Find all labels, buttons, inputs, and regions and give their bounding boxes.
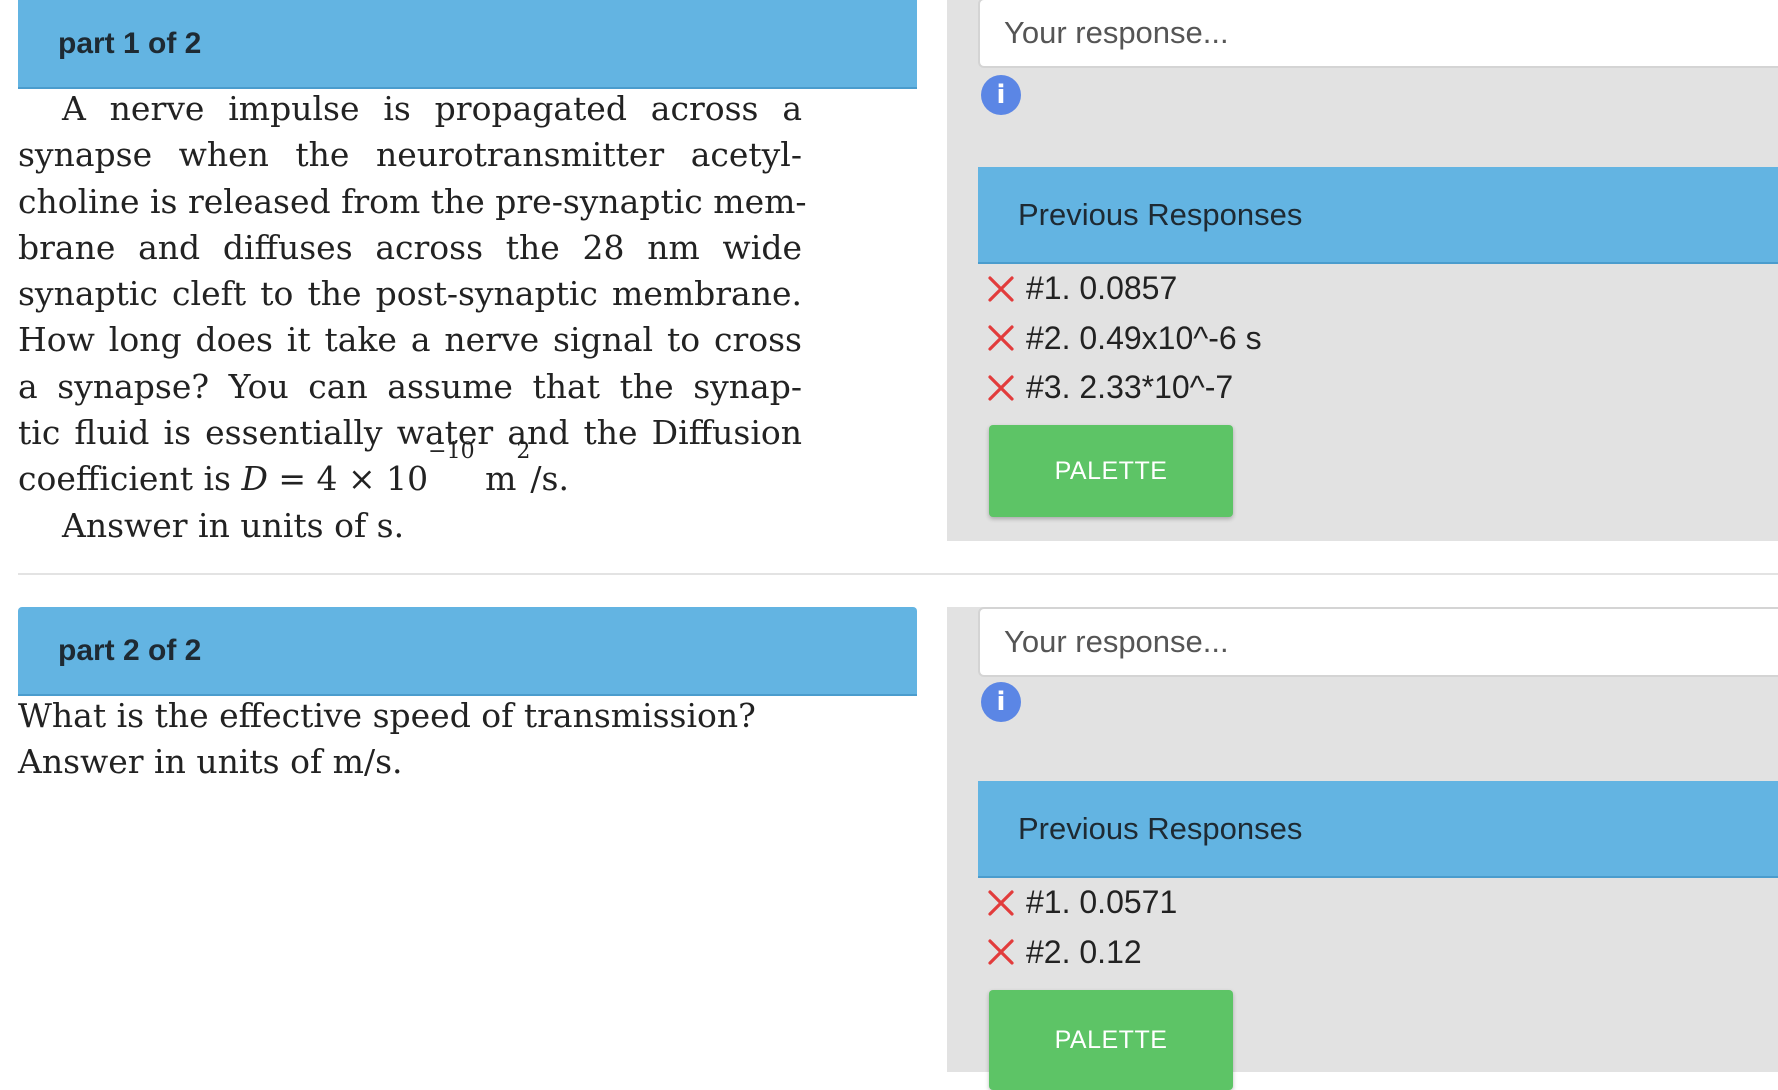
previous-response-text: #2. 0.49x10^-6 s	[1026, 319, 1262, 356]
previous-response-text: #2. 0.12	[1026, 933, 1142, 970]
response-panel: i Previous Responses #1. 0.0571 #2. 0.12…	[947, 607, 1778, 1090]
question-part-2: part 2 of 2 What is the effective speed …	[0, 607, 1778, 1090]
previous-responses-list: #1. 0.0857 #2. 0.49x10^-6 s #3. 2.33*10^…	[986, 264, 1262, 413]
question-line: a synapse? You can assume that the synap…	[18, 366, 802, 406]
palette-button[interactable]: PALETTE	[989, 990, 1233, 1090]
formula-text: = 4 × 10	[267, 459, 429, 499]
close-icon	[988, 276, 1014, 302]
palette-button[interactable]: PALETTE	[989, 425, 1233, 517]
question-text: A nerve impulse is propagated across a s…	[18, 86, 807, 549]
info-icon[interactable]: i	[981, 75, 1021, 115]
previous-response-text: #1. 0.0857	[1026, 270, 1178, 307]
response-input[interactable]	[978, 0, 1778, 68]
question-line: brane and diffuses across the 28 nm wide	[18, 227, 802, 267]
list-item: #2. 0.12	[986, 928, 1177, 978]
previous-responses-list: #1. 0.0571 #2. 0.12	[986, 878, 1177, 977]
formula-exponent: −10	[428, 439, 475, 465]
close-icon	[988, 939, 1014, 965]
part-header: part 2 of 2	[18, 607, 917, 696]
formula-variable: D	[241, 459, 268, 499]
formula-exponent: 2	[516, 439, 531, 465]
formula-text: /s.	[530, 459, 569, 499]
part-header: part 1 of 2	[18, 0, 917, 89]
question-line-formula: coefficient is D = 4 × 10−10 m2/s.	[18, 441, 802, 502]
question-text: What is the effective speed of transmiss…	[18, 693, 802, 786]
close-icon	[988, 325, 1014, 351]
previous-responses-header: Previous Responses	[978, 167, 1778, 264]
question-line: A nerve impulse is propagated across a	[62, 89, 802, 128]
formula-text: m	[474, 459, 517, 499]
close-icon	[988, 375, 1014, 401]
previous-responses-header: Previous Responses	[978, 781, 1778, 878]
previous-response-text: #3. 2.33*10^-7	[1026, 369, 1234, 406]
question-line: synaptic cleft to the post-synaptic memb…	[18, 274, 802, 314]
formula-text: coefficient is	[18, 459, 242, 499]
response-input[interactable]	[978, 607, 1778, 677]
question-line: choline is released from the pre-synapti…	[18, 181, 807, 221]
answer-units: Answer in units of s.	[62, 505, 405, 545]
list-item: #1. 0.0857	[986, 264, 1262, 314]
question-line: synapse when the neurotransmitter acetyl…	[18, 135, 802, 175]
answer-units: Answer in units of m/s.	[18, 742, 403, 782]
question-line: tic fluid is essentially water and the D…	[18, 413, 802, 453]
question-line: How long does it take a nerve signal to …	[18, 320, 802, 360]
list-item: #2. 0.49x10^-6 s	[986, 314, 1262, 364]
info-icon[interactable]: i	[981, 682, 1021, 722]
question-line: What is the effective speed of transmiss…	[18, 696, 756, 735]
previous-response-text: #1. 0.0571	[1026, 884, 1178, 921]
close-icon	[988, 890, 1014, 916]
response-panel: i Previous Responses #1. 0.0857 #2. 0.49…	[947, 0, 1778, 541]
question-part-1: part 1 of 2 A nerve impulse is propagate…	[0, 0, 1778, 545]
divider	[18, 573, 1778, 575]
list-item: #1. 0.0571	[986, 878, 1177, 928]
list-item: #3. 2.33*10^-7	[986, 363, 1262, 413]
